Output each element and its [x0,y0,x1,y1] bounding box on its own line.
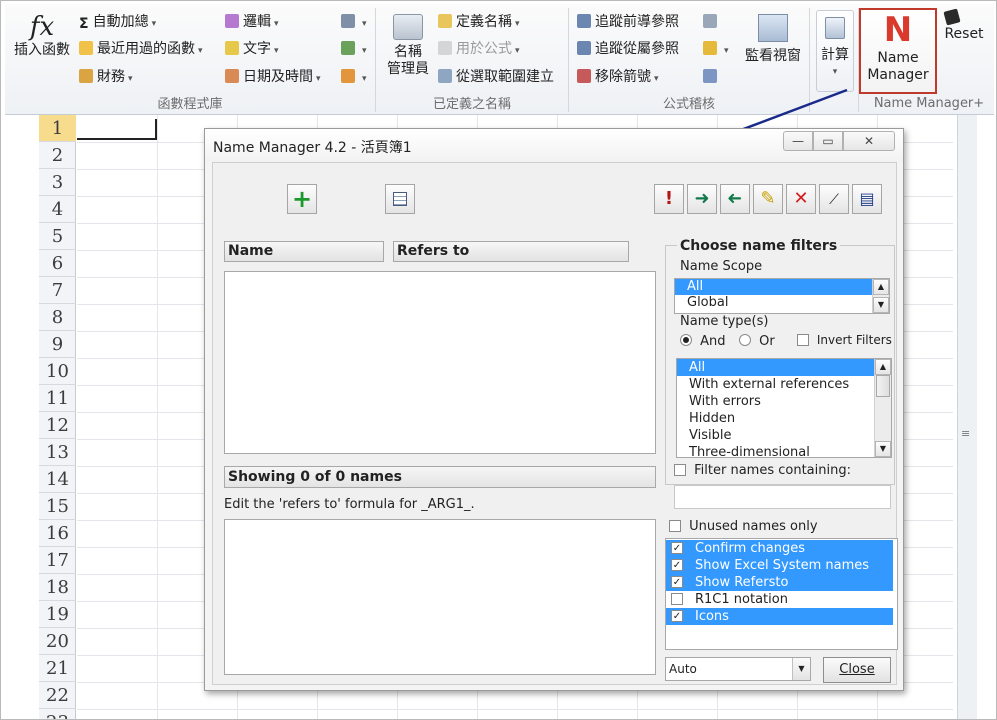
minimize-button[interactable]: — [783,131,813,151]
arrow-left-icon: ➜ [727,188,743,209]
name-types-label: Name type(s) [680,314,769,329]
previous-button[interactable]: ➜ [720,184,750,214]
or-label: Or [759,334,775,349]
flag-button[interactable]: ! [654,184,684,214]
exclamation-icon: ! [664,188,674,209]
invert-filters-checkbox[interactable]: Invert Filters [797,333,892,347]
export-icon: ▤ [859,189,875,208]
radio-empty-icon [739,334,751,346]
name-types-list[interactable]: All With external references With errors Hi… [676,358,892,458]
options-list[interactable]: ✓ Confirm changes ✓ Show Excel System names… [665,538,898,650]
scroll-up-icon[interactable]: ▲ [873,279,889,295]
name-type-item[interactable]: All [677,359,874,376]
grid-edit-icon [393,192,407,206]
scope-list-item[interactable]: Global [675,295,872,311]
compass-icon: ⟋ [829,192,839,208]
window-controls: — ▭ ✕ [783,131,895,153]
dialog-titlebar[interactable]: Name Manager 4.2 - 活頁簿1 — ▭ ✕ [205,129,903,162]
option-label: R1C1 notation [695,592,788,607]
filter-containing-input[interactable] [674,485,891,509]
option-row[interactable]: ✓ Icons [666,608,893,625]
and-label: And [700,334,726,349]
screenshot-frame: fx 插入函數 Σ 自動加總 ▾ 最近用過的函數 ▾ 財務 ▾ 邏輯 ▾ 文字 ▾ 日期及時… [0,0,997,720]
name-filters-legend: Choose name filters [677,238,841,254]
chevron-down-icon[interactable]: ▼ [792,658,810,680]
scope-scrollbar[interactable]: ▲ ▼ [872,279,889,313]
column-header-name[interactable]: Name [224,241,384,262]
refers-to-editor[interactable] [224,519,656,675]
export-button[interactable]: ▤ [852,184,882,214]
edit-hint-label: Edit the 'refers to' formula for _ARG1_. [224,497,475,512]
checkmark-icon[interactable]: ✓ [671,610,683,622]
size-combo-value: Auto [669,662,697,676]
delete-name-button[interactable]: ✕ [786,184,816,214]
scroll-down-icon[interactable]: ▼ [873,297,889,313]
option-row[interactable]: ✓ Confirm changes [666,540,893,557]
checkmark-icon[interactable]: ✓ [671,576,683,588]
option-row[interactable]: ✓ Show Excel System names [666,557,893,574]
option-label: Show Refersto [695,575,789,590]
checkmark-icon[interactable]: ✓ [671,542,683,554]
filter-containing-label: Filter names containing: [694,463,851,478]
evaluate-names-button[interactable]: ✎ [753,184,783,214]
checkbox-empty-icon [674,464,686,476]
names-list[interactable] [224,271,656,454]
close-button[interactable]: Close [823,657,891,683]
unused-names-checkbox[interactable]: Unused names only [669,519,818,534]
name-type-item[interactable]: With errors [677,393,874,410]
close-window-button[interactable]: ✕ [843,131,895,151]
checkmark-icon[interactable]: ✓ [671,559,683,571]
column-header-refers-to[interactable]: Refers to [393,241,629,262]
unused-names-label: Unused names only [689,519,818,534]
option-label: Icons [695,609,729,624]
or-radio[interactable]: Or [739,334,775,349]
arrow-right-icon: ➜ [694,188,710,209]
and-radio[interactable]: And [680,334,726,349]
next-button[interactable]: ➜ [687,184,717,214]
scroll-thumb[interactable] [876,375,890,397]
option-label: Confirm changes [695,541,805,556]
names-count-status: Showing 0 of 0 names [224,466,656,488]
checkbox-empty-icon[interactable] [671,593,683,605]
edit-name-button[interactable] [385,184,415,214]
plus-icon: + [291,185,313,213]
option-label: Show Excel System names [695,558,870,573]
name-type-item[interactable]: Three-dimensional [677,444,874,457]
name-type-item[interactable]: With external references [677,376,874,393]
delete-grid-icon: ✕ [793,188,809,209]
option-row[interactable]: R1C1 notation [666,591,893,608]
name-manager-dialog: Name Manager 4.2 - 活頁簿1 — ▭ ✕ + ! ➜ ➜ ✎ … [204,128,904,691]
filter-containing-checkbox[interactable]: Filter names containing: [674,463,851,478]
invert-filters-label: Invert Filters [816,333,892,347]
types-scrollbar[interactable]: ▲ ▼ [874,359,891,457]
scope-list[interactable]: ▲ ▼ All Global [674,278,890,314]
tools-button[interactable]: ⟋ [819,184,849,214]
scope-label: Name Scope [680,259,763,274]
checkbox-empty-icon [669,520,681,532]
close-button-label: Close [839,662,875,677]
option-row[interactable]: ✓ Show Refersto [666,574,893,591]
name-type-item[interactable]: Hidden [677,410,874,427]
checkbox-empty-icon [797,334,809,346]
dialog-client: + ! ➜ ➜ ✎ ✕ ⟋ ▤ Name Refers to Showing 0… [212,162,898,685]
pencil-icon: ✎ [760,188,776,209]
scroll-up-icon[interactable]: ▲ [875,359,891,375]
scope-list-item[interactable]: All [675,279,872,295]
size-combo[interactable]: Auto ▼ [665,657,811,681]
add-name-button[interactable]: + [287,184,317,214]
maximize-button[interactable]: ▭ [813,131,843,151]
radio-selected-icon [680,334,692,346]
scroll-down-icon[interactable]: ▼ [875,441,891,457]
name-type-item[interactable]: Visible [677,427,874,444]
dialog-title: Name Manager 4.2 - 活頁簿1 [213,140,412,156]
